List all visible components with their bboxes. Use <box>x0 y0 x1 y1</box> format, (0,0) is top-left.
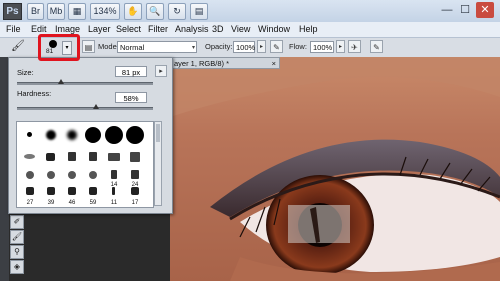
brush-preset[interactable] <box>62 125 82 145</box>
stamp-tool-icon[interactable]: ⚲ <box>10 245 24 259</box>
brush-size-number: 39 <box>47 200 55 206</box>
brush-preset[interactable] <box>41 125 61 145</box>
brush-preset[interactable] <box>20 168 40 188</box>
flow-label: Flow: <box>289 42 307 51</box>
brush-preset-grid: 14 24 27 39 46 59 11 17 <box>16 121 154 208</box>
airbrush-icon[interactable]: ✈ <box>348 40 361 53</box>
menu-file[interactable]: File <box>6 22 21 37</box>
brush-preset[interactable] <box>104 125 124 145</box>
brush-panel-toggle-icon[interactable]: ▤ <box>82 40 95 53</box>
title-bar: Ps Br Mb ▦ 134% ✋ 🔍 ↻ ▤ — ☐ ✕ <box>0 0 500 23</box>
hand-tool-button[interactable]: ✋ <box>124 3 142 20</box>
menu-help[interactable]: Help <box>299 22 318 37</box>
scrollbar-thumb[interactable] <box>156 124 160 142</box>
brush-size-number: 59 <box>89 200 97 206</box>
opacity-field[interactable]: 100% <box>233 41 255 53</box>
menu-view[interactable]: View <box>231 22 250 37</box>
pressure-opacity-icon[interactable]: ✎ <box>270 40 283 53</box>
minimize-icon[interactable]: — <box>440 2 454 18</box>
mode-select[interactable]: Normal ▾ <box>117 41 197 53</box>
panel-menu-icon[interactable]: ▸ <box>155 65 167 77</box>
eraser-tool-icon[interactable]: ◈ <box>10 260 24 274</box>
view-extras-button[interactable]: ▦ <box>68 3 86 20</box>
zoom-level-dropdown[interactable]: 134% <box>90 3 120 20</box>
chevron-down-icon: ▾ <box>191 45 195 51</box>
size-slider-thumb[interactable] <box>57 79 64 84</box>
mode-value: Normal <box>120 43 145 52</box>
brush-size-number: 27 <box>26 200 34 206</box>
preset-scrollbar[interactable] <box>154 121 162 206</box>
flow-field[interactable]: 100% <box>310 41 334 53</box>
size-label: Size: <box>17 68 34 77</box>
brush-preset[interactable]: 27 <box>20 186 40 206</box>
brush-preset[interactable] <box>125 125 145 145</box>
menu-window[interactable]: Window <box>258 22 290 37</box>
image-canvas[interactable] <box>170 57 500 281</box>
mini-bridge-button[interactable]: Mb <box>47 3 65 20</box>
hardness-slider-track[interactable] <box>17 107 153 110</box>
arrange-documents-button[interactable]: ▤ <box>190 3 208 20</box>
close-tab-icon[interactable]: × <box>272 58 276 70</box>
document-tab-title: ayer 1, RGB/8) * <box>174 59 230 68</box>
hardness-slider-thumb[interactable] <box>92 104 99 109</box>
brush-preset[interactable]: 14 <box>104 168 124 188</box>
size-field[interactable]: 81 px <box>115 66 147 77</box>
pressure-size-icon[interactable]: ✎ <box>370 40 383 53</box>
hardness-label: Hardness: <box>17 89 52 98</box>
size-slider-track[interactable] <box>17 82 153 85</box>
brush-preset[interactable]: 59 <box>83 186 103 206</box>
brush-preset[interactable] <box>125 147 145 167</box>
brush-preset[interactable]: 46 <box>62 186 82 206</box>
brush-preset[interactable]: 17 <box>125 186 145 206</box>
flow-dropdown-icon[interactable]: ▸ <box>336 40 345 53</box>
brush-preset[interactable] <box>104 147 124 167</box>
eyedropper-tool-icon[interactable]: ✐ <box>10 215 24 229</box>
brush-preset[interactable] <box>20 125 40 145</box>
brush-preset[interactable] <box>62 147 82 167</box>
rotate-view-button[interactable]: ↻ <box>168 3 186 20</box>
menu-layer[interactable]: Layer <box>88 22 111 37</box>
opacity-dropdown-icon[interactable]: ▸ <box>257 40 266 53</box>
brush-preset[interactable]: 24 <box>125 168 145 188</box>
brush-preset-picker: Size: 81 px ▸ Hardness: 58% 14 24 27 39 … <box>8 57 173 214</box>
close-icon[interactable]: ✕ <box>476 2 494 18</box>
brush-preset[interactable] <box>41 168 61 188</box>
zoom-tool-button[interactable]: 🔍 <box>146 3 164 20</box>
brush-preset[interactable] <box>20 147 40 167</box>
brush-tool-icon[interactable]: 🖌 <box>8 40 28 53</box>
brush-preset[interactable]: 39 <box>41 186 61 206</box>
hardness-field[interactable]: 58% <box>115 92 147 103</box>
opacity-label: Opacity: <box>205 42 233 51</box>
eye-photo <box>170 57 500 281</box>
mode-label: Mode: <box>98 42 119 51</box>
document-tab[interactable]: ayer 1, RGB/8) * × <box>170 57 280 69</box>
brush-preset[interactable] <box>83 147 103 167</box>
highlight-box <box>38 34 80 61</box>
brush-preset[interactable] <box>83 125 103 145</box>
menu-analysis[interactable]: Analysis <box>175 22 209 37</box>
brush-size-number: 46 <box>68 200 76 206</box>
photoshop-logo: Ps <box>3 3 22 20</box>
brush-preset[interactable] <box>62 168 82 188</box>
maximize-icon[interactable]: ☐ <box>458 2 472 18</box>
menu-select[interactable]: Select <box>116 22 141 37</box>
brush-tool-icon[interactable]: 🖌 <box>10 230 24 244</box>
brush-preset[interactable] <box>41 147 61 167</box>
menu-filter[interactable]: Filter <box>148 22 168 37</box>
menu-3d[interactable]: 3D <box>212 22 224 37</box>
brush-preset[interactable] <box>83 168 103 188</box>
brush-preset[interactable]: 11 <box>104 186 124 206</box>
brush-size-number: 17 <box>131 200 139 206</box>
bridge-button[interactable]: Br <box>27 3 44 20</box>
brush-size-number: 11 <box>110 200 118 206</box>
